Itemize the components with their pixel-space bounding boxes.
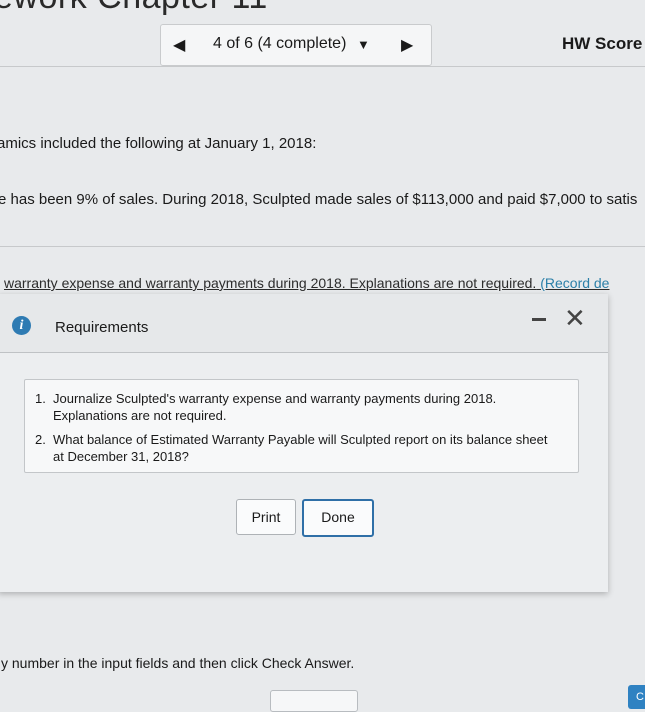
minimize-icon[interactable] — [532, 318, 546, 321]
dialog-title: Requirements — [55, 319, 149, 336]
previous-question-icon[interactable]: ◀ — [173, 35, 185, 55]
instruction-text: warranty expense and warranty payments d… — [4, 275, 537, 291]
question-text-line2: e has been 9% of sales. During 2018, Scu… — [0, 191, 638, 208]
dialog-header[interactable]: i Requirements ✕ — [0, 294, 608, 353]
question-progress-label: 4 of 6 (4 complete) — [213, 35, 347, 52]
page-title: ework Chapter 11 — [0, 0, 268, 17]
requirement-number: 1. — [35, 391, 46, 406]
header-divider — [0, 66, 645, 67]
question-text-line1: amics included the following at January … — [0, 135, 317, 152]
bottom-action-button[interactable] — [270, 690, 358, 712]
print-button[interactable]: Print — [236, 499, 296, 535]
requirement-text: Journalize Sculpted's warranty expense a… — [53, 391, 497, 423]
requirement-text: What balance of Estimated Warranty Payab… — [53, 432, 548, 464]
instruction-text-line: warranty expense and warranty payments d… — [4, 275, 609, 291]
requirements-dialog: i Requirements ✕ 1. Journalize Sculpted'… — [0, 294, 608, 592]
corner-action-button[interactable]: C — [628, 685, 645, 709]
requirements-list: 1. Journalize Sculpted's warranty expens… — [24, 379, 579, 473]
next-question-icon[interactable]: ▶ — [401, 35, 413, 55]
info-icon: i — [12, 316, 31, 335]
done-button[interactable]: Done — [302, 499, 374, 537]
question-navigator: ◀ 4 of 6 (4 complete) ▼ ▶ — [160, 24, 432, 66]
question-dropdown-icon[interactable]: ▼ — [357, 37, 370, 52]
question-divider — [0, 246, 645, 247]
close-icon[interactable]: ✕ — [564, 304, 586, 334]
requirement-number: 2. — [35, 432, 46, 447]
hw-score-label: HW Score — [562, 34, 643, 53]
record-link-text: (Record de — [536, 275, 610, 291]
check-answer-instruction: y number in the input fields and then cl… — [1, 655, 355, 671]
